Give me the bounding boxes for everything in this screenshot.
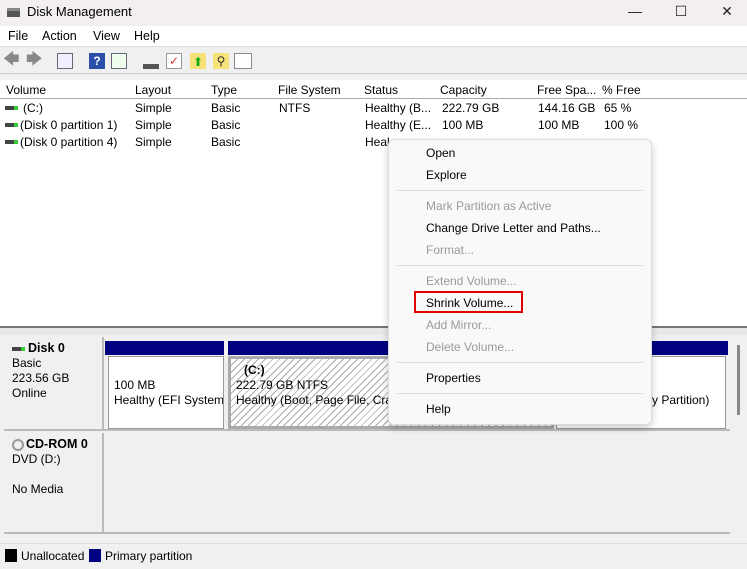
table-row[interactable]: (Disk 0 partition 1) Simple Basic Health… <box>0 117 660 134</box>
column-type[interactable]: Type <box>205 80 274 99</box>
menu-item-format: Format... <box>426 243 475 257</box>
cell-type: Basic <box>211 101 241 115</box>
column-file-system[interactable]: File System <box>272 80 360 99</box>
app-icon <box>7 8 20 17</box>
drive-icon <box>5 140 18 144</box>
cell-free-space: 100 MB <box>538 118 580 132</box>
menu-help[interactable]: Help <box>134 29 160 43</box>
menu-item-mark-active: Mark Partition as Active <box>426 199 552 213</box>
legend-label: Primary partition <box>105 549 193 563</box>
cell-percent-free: 100 % <box>604 118 639 132</box>
check-icon[interactable]: ✓ <box>166 53 182 69</box>
cell-volume: (Disk 0 partition 1) <box>20 118 118 132</box>
cell-status: Healthy (B... <box>365 101 432 115</box>
cell-volume: (C:) <box>23 101 43 115</box>
action-pane-icon[interactable] <box>111 53 127 69</box>
cell-type: Basic <box>211 135 241 149</box>
cell-status: Heal <box>365 135 390 149</box>
disk-0-label[interactable]: Disk 0 Basic 223.56 GB Online <box>4 337 104 431</box>
partition-efi[interactable]: 100 MB Healthy (EFI System <box>108 356 224 429</box>
drive-icon <box>5 123 18 127</box>
console-tree-icon[interactable] <box>57 53 73 69</box>
properties-icon[interactable] <box>234 53 252 69</box>
up-icon[interactable]: ⬆ <box>190 53 206 69</box>
menu-item-explore[interactable]: Explore <box>426 168 467 182</box>
partition-size: 100 MB <box>114 378 156 392</box>
separator <box>397 393 643 394</box>
window-title: Disk Management <box>27 4 132 19</box>
maximize-button[interactable]: ☐ <box>658 0 704 24</box>
disk-status: No Media <box>12 482 64 496</box>
cd-icon <box>12 438 24 451</box>
cdrom-0-area <box>104 433 730 534</box>
context-menu: Open Explore Mark Partition as Active Ch… <box>388 139 652 425</box>
disk-type: DVD (D:) <box>12 452 61 466</box>
cell-free-space: 144.16 GB <box>538 101 596 115</box>
separator <box>397 265 643 266</box>
back-icon[interactable]: 🡄 <box>3 52 20 69</box>
column-empty <box>658 80 747 99</box>
cell-percent-free: 65 % <box>604 101 632 115</box>
column-percent-free[interactable]: % Free <box>596 80 660 99</box>
disk-type: Basic <box>12 356 42 370</box>
help-icon[interactable]: ? <box>89 53 105 69</box>
close-button[interactable]: ✕ <box>704 0 747 24</box>
scrollbar[interactable] <box>737 345 740 415</box>
toolbar: 🡄 🡆 ? ✓ ⬆ ⚲ <box>0 48 747 74</box>
disk-name: Disk 0 <box>28 341 65 355</box>
forward-icon[interactable]: 🡆 <box>26 52 43 69</box>
title-bar: Disk Management — ☐ ✕ <box>0 0 747 26</box>
menu-item-change-drive-letter[interactable]: Change Drive Letter and Paths... <box>426 221 601 235</box>
cell-volume: (Disk 0 partition 4) <box>20 135 118 149</box>
menu-item-help[interactable]: Help <box>426 402 451 416</box>
table-row[interactable]: (C:) Simple Basic NTFS Healthy (B... 222… <box>0 100 660 117</box>
cell-layout: Simple <box>135 101 172 115</box>
menu-file[interactable]: File <box>8 29 28 43</box>
cell-type: Basic <box>211 118 241 132</box>
drive-icon <box>5 106 18 110</box>
column-status[interactable]: Status <box>358 80 436 99</box>
column-volume[interactable]: Volume <box>0 80 131 99</box>
column-free-space[interactable]: Free Spa... <box>531 80 598 99</box>
partition-bar <box>105 341 224 355</box>
cell-file-system: NTFS <box>279 101 311 115</box>
disk-status: Online <box>12 386 47 400</box>
legend-swatch-primary <box>89 549 101 562</box>
partition-status: Healthy (EFI System <box>114 393 224 407</box>
cell-status: Healthy (E... <box>365 118 432 132</box>
column-layout[interactable]: Layout <box>129 80 207 99</box>
legend: Unallocated Primary partition <box>0 543 747 569</box>
menu-item-delete-volume: Delete Volume... <box>426 340 515 354</box>
connect-icon[interactable] <box>143 53 159 69</box>
legend-swatch-unallocated <box>5 549 17 562</box>
disk-name: CD-ROM 0 <box>26 437 88 451</box>
menu-item-add-mirror: Add Mirror... <box>426 318 492 332</box>
menu-bar: File Action View Help <box>0 26 747 47</box>
separator <box>397 190 643 191</box>
minimize-button[interactable]: — <box>612 0 658 24</box>
menu-item-properties[interactable]: Properties <box>426 371 481 385</box>
legend-label: Unallocated <box>21 549 85 563</box>
column-capacity[interactable]: Capacity <box>434 80 533 99</box>
cell-layout: Simple <box>135 135 172 149</box>
cell-capacity: 100 MB <box>442 118 484 132</box>
disk-size: 223.56 GB <box>12 371 70 385</box>
menu-item-shrink-volume[interactable]: Shrink Volume... <box>426 296 513 310</box>
menu-action[interactable]: Action <box>42 29 77 43</box>
search-icon[interactable]: ⚲ <box>213 53 229 69</box>
disk-icon <box>12 346 25 351</box>
cell-capacity: 222.79 GB <box>442 101 500 115</box>
cdrom-0-label[interactable]: CD-ROM 0 DVD (D:) No Media <box>4 433 104 534</box>
cell-layout: Simple <box>135 118 172 132</box>
separator <box>397 362 643 363</box>
menu-view[interactable]: View <box>93 29 120 43</box>
menu-item-extend-volume: Extend Volume... <box>426 274 517 288</box>
menu-item-open[interactable]: Open <box>426 146 455 160</box>
